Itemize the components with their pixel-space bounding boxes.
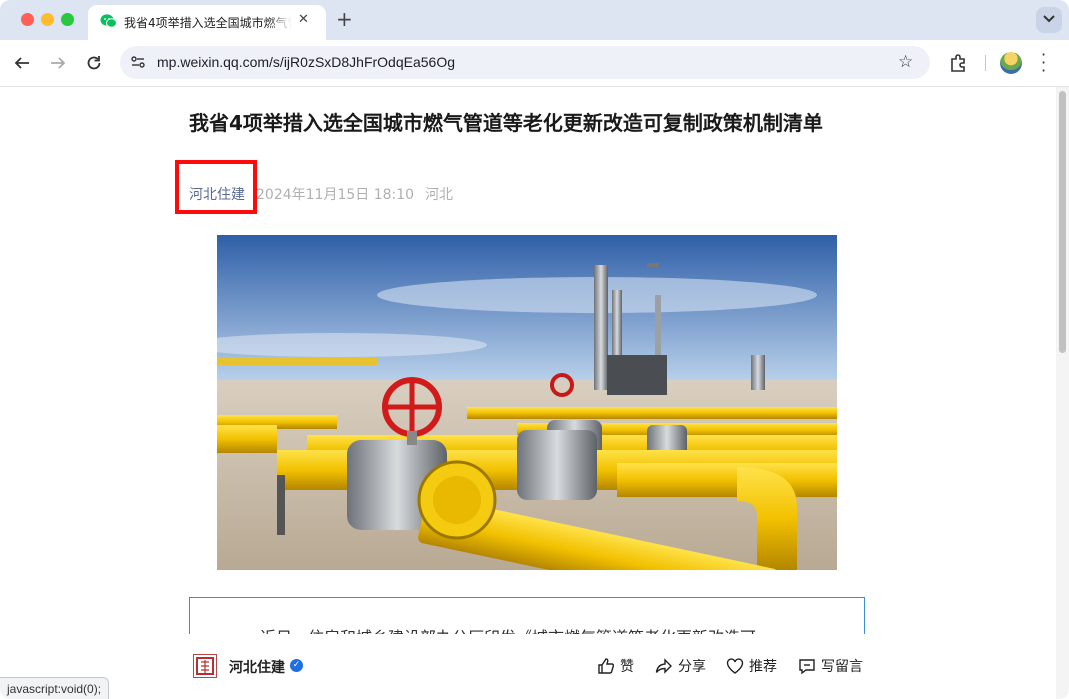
close-tab-icon[interactable]: ✕: [298, 12, 309, 27]
article-page: 我省4项举措入选全国城市燃气管道等老化更新改造可复制政策机制清单 河北住建 202…: [0, 87, 1056, 699]
gas-pipeline-valves-photo: [217, 235, 837, 570]
verified-badge-icon: ✓: [290, 659, 303, 672]
publish-date: 2024年11月15日 18:10: [256, 187, 415, 203]
site-settings-icon[interactable]: [130, 54, 146, 70]
chevron-down-icon: [1043, 15, 1055, 23]
tab-title: 我省4项举措入选全国城市燃气管道等老化更新改造可复制政策机制清单: [124, 16, 292, 30]
recommend-label: 推荐: [749, 659, 777, 675]
back-arrow-icon[interactable]: [13, 54, 31, 72]
toolbar: mp.weixin.qq.com/s/ijR0zSxD8JhFrOdqEa56O…: [0, 40, 1069, 87]
article-title: 我省4项举措入选全国城市燃气管道等老化更新改造可复制政策机制清单: [189, 111, 823, 135]
comment-bubble-icon: [799, 659, 815, 675]
recommend-button[interactable]: 推荐: [726, 656, 777, 676]
address-bar[interactable]: mp.weixin.qq.com/s/ijR0zSxD8JhFrOdqEa56O…: [120, 46, 930, 79]
bookmark-star-icon[interactable]: ☆: [898, 52, 913, 72]
scroll-thumb[interactable]: [1059, 91, 1066, 353]
like-label: 赞: [620, 659, 634, 675]
like-button[interactable]: 赞: [597, 656, 634, 676]
close-window-button[interactable]: [21, 13, 34, 26]
new-tab-button[interactable]: +: [336, 7, 353, 31]
account-name[interactable]: 河北住建: [229, 657, 285, 677]
publish-region: 河北: [425, 187, 454, 203]
thumbs-up-icon: [598, 658, 615, 674]
share-label: 分享: [678, 659, 706, 675]
tab-search-button[interactable]: [1036, 7, 1062, 33]
status-bar-url: javascript:void(0);: [0, 677, 110, 699]
url-text[interactable]: mp.weixin.qq.com/s/ijR0zSxD8JhFrOdqEa56O…: [157, 54, 455, 70]
maximize-window-button[interactable]: [61, 13, 74, 26]
tab-active[interactable]: 我省4项举措入选全国城市燃气管道等老化更新改造可复制政策机制清单 ✕: [88, 5, 326, 40]
profile-avatar[interactable]: [1000, 52, 1022, 74]
comment-button[interactable]: 写留言: [798, 656, 863, 676]
heart-icon: [726, 658, 744, 674]
comment-label: 写留言: [821, 659, 863, 675]
tab-strip: 我省4项举措入选全国城市燃气管道等老化更新改造可复制政策机制清单 ✕ +: [0, 0, 1069, 40]
more-menu-icon[interactable]: · · ·: [1041, 47, 1046, 79]
extensions-puzzle-icon[interactable]: [948, 53, 968, 73]
share-arrow-icon: [655, 658, 672, 674]
toolbar-divider: [985, 55, 986, 71]
minimize-window-button[interactable]: [41, 13, 54, 26]
bottom-action-bar: 河北住建 ✓ 赞 分享 推荐 写留言: [0, 634, 1056, 699]
wechat-icon: [100, 13, 117, 33]
reload-icon[interactable]: [85, 54, 103, 72]
forward-arrow-icon[interactable]: [49, 54, 67, 72]
vertical-scrollbar[interactable]: [1056, 87, 1069, 699]
account-seal-logo[interactable]: [193, 654, 217, 678]
share-button[interactable]: 分享: [655, 656, 706, 676]
browser-window: 我省4项举措入选全国城市燃气管道等老化更新改造可复制政策机制清单 ✕ + mp.…: [0, 0, 1069, 699]
author-highlight-box: [175, 160, 257, 214]
